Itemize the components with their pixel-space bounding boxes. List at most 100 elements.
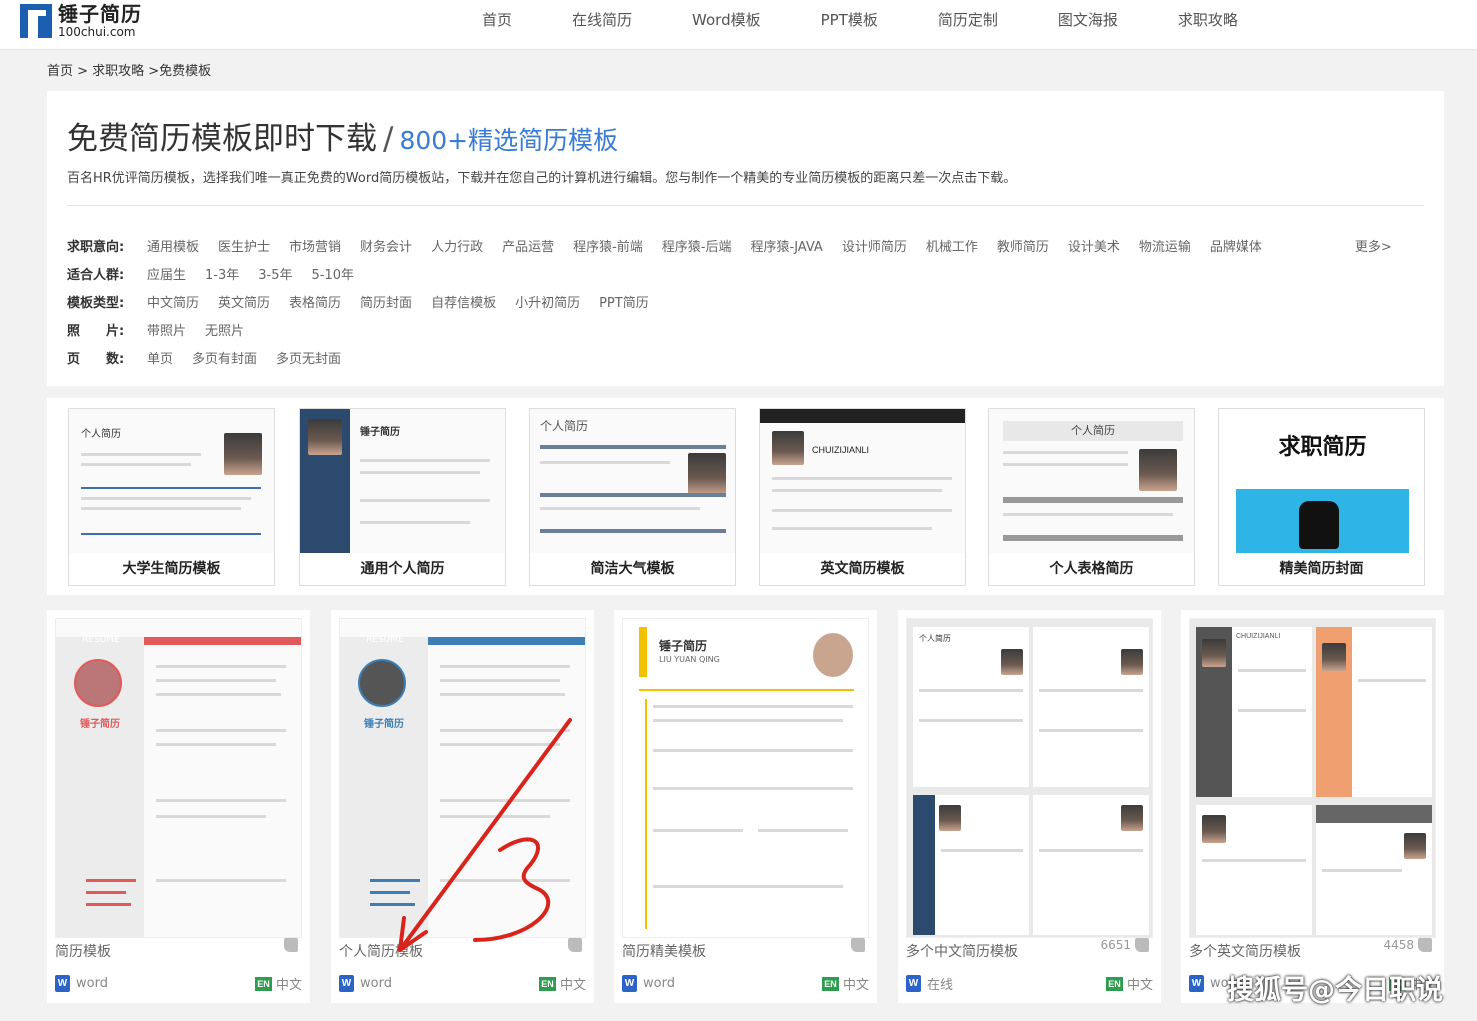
template-name[interactable]: 多个中文简历模板 [906,941,1018,961]
intro-panel: 免费简历模板即时下载/800+精选简历模板 百名HR优评简历模板，选择我们唯一真… [47,91,1444,386]
thumb-heading: 求职简历 [1278,434,1367,460]
word-icon: W [55,975,70,992]
format-label: 在线 [927,978,954,993]
like-button[interactable]: 6651 [1100,938,1149,952]
like-button[interactable] [847,938,865,952]
filter-row-audience: 适合人群: 应届生 1-3年 3-5年 5-10年 [67,259,1392,287]
annotation-arrow-icon [398,718,572,952]
filter-option[interactable]: 医生护士 [218,236,270,255]
filter-option[interactable]: 带照片 [147,320,186,339]
filter-option[interactable]: 教师简历 [997,236,1049,255]
category-label: 大学生简历模板 [69,553,274,585]
nav-posters[interactable]: 图文海报 [1058,0,1118,40]
thumbs-up-icon [1135,938,1149,952]
watermark: 搜狐号@今日职说 [1227,975,1443,1006]
like-button[interactable] [280,938,298,952]
filter-option[interactable]: 多页有封面 [192,348,257,367]
filter-option[interactable]: 英文简历 [218,292,270,311]
template-preview: CHUIZIJIANLI [1189,618,1436,938]
filter-option[interactable]: 程序猿-后端 [662,236,732,255]
filter-option[interactable]: 中文简历 [147,292,199,311]
nav-online-resume[interactable]: 在线简历 [572,0,632,40]
thumb-heading: CHUIZIJIANLI [812,445,870,455]
filter-option[interactable]: 程序猿-前端 [573,236,643,255]
format-label: word [360,976,392,991]
word-icon: W [1189,975,1204,992]
page-subtitle: 800+精选简历模板 [399,126,619,155]
template-card[interactable]: 锤子简历 LIU YUAN QING 简历精美模板 Wword EN 中文 [614,610,877,1003]
nav-word-templates[interactable]: Word模板 [692,0,761,40]
category-thumbnail: 个人简历 [530,409,735,553]
format-label: word [76,976,108,991]
template-preview: 个人简历 [906,618,1153,938]
nav-custom-resume[interactable]: 简历定制 [938,0,998,40]
filter-option[interactable]: 品牌媒体 [1210,236,1262,255]
filter-option[interactable]: 表格简历 [289,292,341,311]
filter-option[interactable]: 3-5年 [258,264,292,283]
nav-home[interactable]: 首页 [482,0,512,40]
filter-option[interactable]: 单页 [147,348,173,367]
category-card[interactable]: 个人简历 大学生简历模板 [68,408,275,586]
thumbs-up-icon [851,938,865,952]
page-description: 百名HR优评简历模板，选择我们唯一真正免费的Word简历模板站，下载并在您自己的… [67,171,1017,186]
language-label: 中文 [559,978,586,993]
filter-row-pages: 页 数: 单页 多页有封面 多页无封面 [67,343,1392,371]
like-button[interactable]: 4458 [1383,938,1432,952]
category-label: 通用个人简历 [300,553,505,585]
category-card[interactable]: 锤子简历 通用个人简历 [299,408,506,586]
filter-option[interactable]: PPT简历 [599,292,649,311]
logo-icon [20,4,52,38]
site-logo[interactable]: 锤子简历 100chui.com [20,4,142,38]
fist-icon [1299,501,1339,549]
template-card[interactable]: 个人简历 多个中文简历模板 6651 W 在线 EN 中文 [898,610,1161,1003]
template-name[interactable]: 多个英文简历模板 [1189,941,1301,961]
category-label: 精美简历封面 [1219,553,1424,585]
thumbs-up-icon [1418,938,1432,952]
filter-option[interactable]: 小升初简历 [515,292,580,311]
filter-option[interactable]: 人力行政 [431,236,483,255]
filter-option[interactable]: 多页无封面 [276,348,341,367]
filter-option[interactable]: 5-10年 [311,264,354,283]
template-name[interactable]: 简历模板 [55,941,111,961]
template-name[interactable]: 简历精美模板 [622,941,706,961]
category-card[interactable]: 求职简历 精美简历封面 [1218,408,1425,586]
category-card[interactable]: CHUIZIJIANLI 英文简历模板 [759,408,966,586]
format-tag: Wword [339,975,392,992]
filter-option[interactable]: 设计师简历 [842,236,907,255]
filter-option[interactable]: 市场营销 [289,236,341,255]
language-badge-icon: EN [1105,976,1123,991]
language-tag: EN 中文 [254,974,302,993]
logo-name: 锤子简历 [58,2,142,26]
template-card[interactable]: RESUME 锤子简历 简历模板 Wword EN 中文 [47,610,310,1003]
avatar [813,633,853,677]
template-preview: 锤子简历 LIU YUAN QING [622,618,869,938]
filter-option[interactable]: 自荐信模板 [431,292,496,311]
filter-more-link[interactable]: 更多> [1355,236,1392,255]
category-card[interactable]: 个人简历 个人表格简历 [988,408,1195,586]
template-card[interactable]: CHUIZIJIANLI 多个英文简历模板 4458 Wword EN 中文 [1181,610,1444,1003]
banner-text: RESUME [82,635,120,645]
main-nav: 首页 在线简历 Word模板 PPT模板 简历定制 图文海报 求职攻略 [482,0,1298,40]
divider [67,205,1424,206]
like-count: 6651 [1100,938,1131,952]
filter-option[interactable]: 产品运营 [502,236,554,255]
word-icon: W [906,975,921,992]
filter-option[interactable]: 通用模板 [147,236,199,255]
filter-option[interactable]: 1-3年 [205,264,239,283]
nav-job-guide[interactable]: 求职攻略 [1178,0,1238,40]
photo-placeholder [224,433,262,475]
language-label: 中文 [1126,978,1153,993]
thumb-heading: 个人简历 [540,419,589,433]
thumb-heading: 锤子简历 [659,639,708,653]
breadcrumb[interactable]: 首页 > 求职攻略 >免费模板 [47,60,211,79]
filter-option[interactable]: 无照片 [205,320,244,339]
filter-option[interactable]: 程序猿-JAVA [751,236,823,255]
filter-option[interactable]: 物流运输 [1139,236,1191,255]
category-card[interactable]: 个人简历 简洁大气模板 [529,408,736,586]
filter-option[interactable]: 财务会计 [360,236,412,255]
filter-option[interactable]: 机械工作 [926,236,978,255]
filter-option[interactable]: 简历封面 [360,292,412,311]
filter-option[interactable]: 应届生 [147,264,186,283]
filter-option[interactable]: 设计美术 [1068,236,1120,255]
nav-ppt-templates[interactable]: PPT模板 [821,0,878,40]
